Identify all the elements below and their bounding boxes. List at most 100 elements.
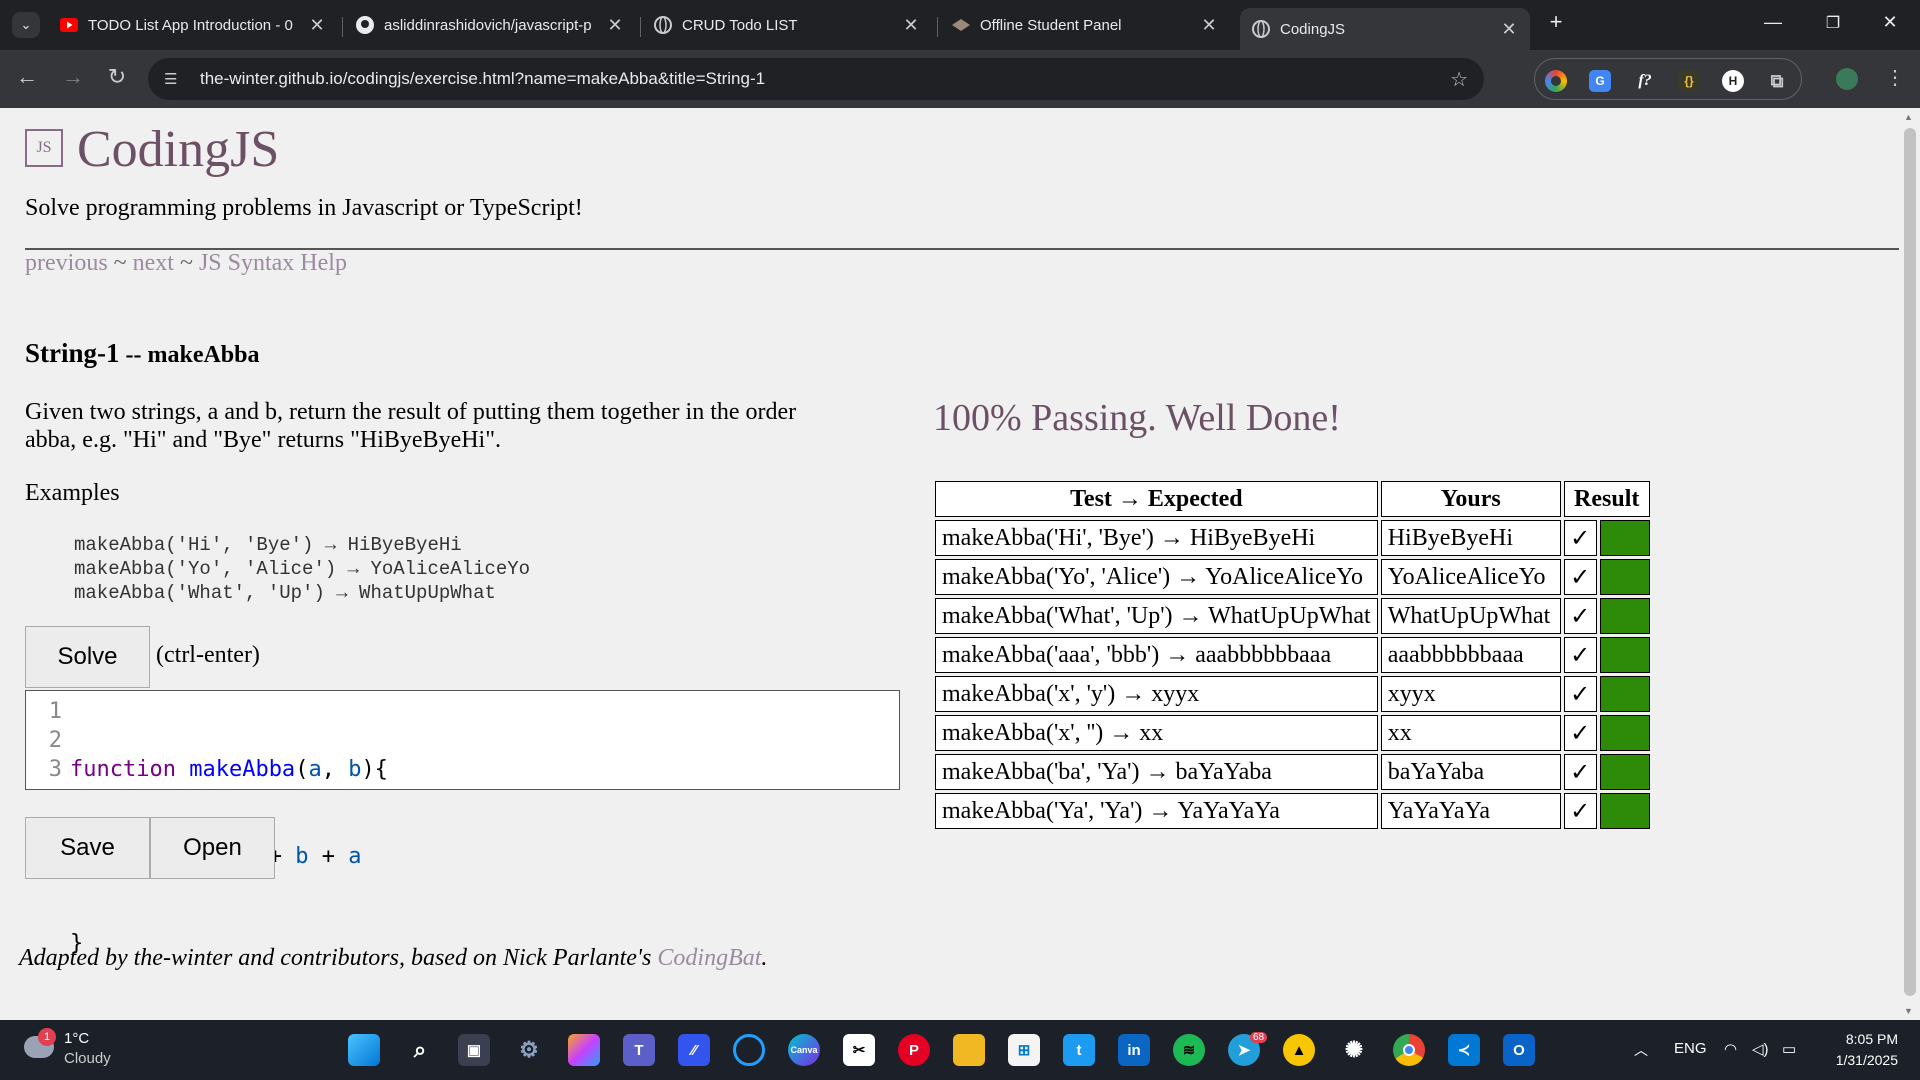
close-tab-icon[interactable]: ✕ [308,15,326,36]
microsoft-store-icon[interactable]: ⊞ [1008,1034,1040,1066]
alexa-icon[interactable] [733,1034,765,1066]
next-link[interactable]: next [133,250,174,276]
color-picker-extension-icon[interactable] [1545,70,1567,92]
clock-date[interactable]: 1/31/2025 [1818,1052,1898,1068]
canva-icon[interactable]: Canva [788,1034,820,1066]
code-token: + [308,844,349,869]
line-number: 2 [48,728,62,753]
tab-student-panel[interactable]: Offline Student Panel ✕ [940,8,1230,42]
json-formatter-icon[interactable]: {} [1678,70,1700,92]
capcut-icon[interactable]: ✂ [843,1034,875,1066]
nav-separator: ~ [107,250,133,276]
tab-divider [640,17,641,37]
outlook-icon[interactable]: O [1503,1034,1535,1066]
code-editor[interactable]: 1 2 3 function makeAbba(a, b){ return a … [25,690,900,956]
bookmark-star-icon[interactable]: ☆ [1450,67,1468,92]
linear-app-icon[interactable]: ⁄⁄ [678,1034,710,1066]
forward-arrow-icon[interactable]: → [58,64,88,90]
vscode-icon[interactable]: ≺ [1448,1034,1480,1066]
scroll-up-icon[interactable]: ▲ [1904,112,1913,122]
table-row: makeAbba('Yo', 'Alice') → YoAliceAliceYo… [935,559,1650,595]
result-check: ✓ [1563,598,1597,634]
tray-chevron-icon[interactable]: ︿ [1634,1040,1648,1060]
pass-indicator [1599,715,1650,751]
chatgpt-icon[interactable]: ✺ [1338,1034,1370,1066]
syntax-help-link[interactable]: JS Syntax Help [199,250,347,276]
tab-crud-todo[interactable]: CRUD Todo LIST ✕ [642,8,932,42]
volume-icon[interactable]: ◁) [1752,1040,1769,1058]
reload-icon[interactable]: ↻ [102,64,132,90]
search-icon[interactable]: ⌕ [404,1034,436,1066]
window-close-icon[interactable]: ✕ [1875,12,1905,33]
tab-todo-intro[interactable]: TODO List App Introduction - 0 ✕ [48,8,338,42]
close-tab-icon[interactable]: ✕ [606,15,624,36]
pass-indicator [1599,559,1650,595]
page-scrollbar[interactable]: ▲ ▼ [1900,108,1920,1020]
file-explorer-icon[interactable] [953,1034,985,1066]
telegram-badge: 68 [1250,1032,1268,1043]
function-extension-icon[interactable]: f? [1634,70,1656,92]
codingbat-link[interactable]: CodingBat [657,945,761,971]
yours-cell: WhatUpUpWhat [1380,598,1561,634]
scroll-down-icon[interactable]: ▼ [1904,1006,1913,1016]
chrome-icon[interactable] [1393,1034,1425,1066]
address-bar[interactable]: ☰ the-winter.github.io/codingjs/exercise… [148,58,1484,100]
spotify-icon[interactable]: ≋ [1173,1034,1205,1066]
line-number: 1 [48,699,62,724]
language-indicator[interactable]: ENG [1674,1040,1707,1057]
teams-icon[interactable]: T [623,1034,655,1066]
battery-icon[interactable]: ▭ [1782,1040,1796,1058]
globe-icon [654,16,672,34]
code-token: a [308,757,322,782]
site-info-icon[interactable]: ☰ [164,70,186,88]
open-button[interactable]: Open [150,817,275,879]
restore-icon[interactable]: ❐ [1818,13,1848,33]
hover-extension-icon[interactable]: H [1722,70,1744,92]
tab-search-dropdown-icon[interactable]: ⌄ [12,12,40,38]
code-line: function makeAbba(a, b){ [70,755,388,784]
nav-separator: ~ [173,250,199,276]
wifi-icon[interactable]: ◠ [1724,1040,1737,1058]
globe-icon [1252,20,1270,38]
pinterest-icon[interactable]: P [898,1034,930,1066]
save-button[interactable]: Save [25,817,150,879]
youtube-icon [60,16,78,34]
linkedin-icon[interactable]: in [1118,1034,1150,1066]
copilot-icon[interactable] [568,1034,600,1066]
tab-codingjs[interactable]: CodingJS ✕ [1240,8,1530,50]
scrollbar-thumb[interactable] [1904,128,1916,996]
tab-github-repo[interactable]: asliddinrashidovich/javascript-p ✕ [344,8,636,42]
twitter-icon[interactable]: t [1063,1034,1095,1066]
solve-shortcut-hint: (ctrl-enter) [156,642,260,668]
code-token: , [321,757,349,782]
close-tab-icon[interactable]: ✕ [1500,19,1518,40]
table-row: makeAbba('aaa', 'bbb') → aaabbbbbbaaa aaa… [935,637,1650,673]
test-cell: makeAbba('Yo', 'Alice') → YoAliceAliceYo [935,559,1378,595]
clock-time[interactable]: 8:05 PM [1828,1031,1898,1047]
task-view-icon[interactable]: ▣ [458,1034,490,1066]
tab-divider [342,17,343,37]
previous-link[interactable]: previous [25,250,108,276]
warning-app-icon[interactable]: ▲ [1283,1034,1315,1066]
extensions-puzzle-icon[interactable]: ⧉ [1766,70,1788,92]
solve-button[interactable]: Solve [25,626,150,688]
url-text: the-winter.github.io/codingjs/exercise.h… [200,69,766,88]
google-translate-icon[interactable]: G [1589,70,1611,92]
close-tab-icon[interactable]: ✕ [902,15,920,36]
minimize-icon[interactable]: — [1758,12,1788,33]
browser-menu-icon[interactable]: ⋮ [1880,65,1910,90]
site-subtitle: Solve programming problems in Javascript… [25,195,583,221]
line-number-gutter: 1 2 3 [26,697,62,784]
windows-start-icon[interactable] [348,1034,380,1066]
pass-indicator [1599,676,1650,712]
column-header: Result [1563,481,1650,517]
codingjs-logo-icon: JS [25,129,63,167]
back-arrow-icon[interactable]: ← [12,64,42,90]
table-row: makeAbba('ba', 'Ya') → baYaYaba baYaYaba ✓ [935,754,1650,790]
profile-avatar[interactable] [1836,68,1858,90]
settings-gear-icon[interactable]: ⚙ [513,1034,545,1066]
new-tab-icon[interactable]: + [1541,9,1571,35]
extensions-area: G f? {} H ⧉ [1534,58,1802,100]
code-token: b [348,757,362,782]
close-tab-icon[interactable]: ✕ [1200,15,1218,36]
